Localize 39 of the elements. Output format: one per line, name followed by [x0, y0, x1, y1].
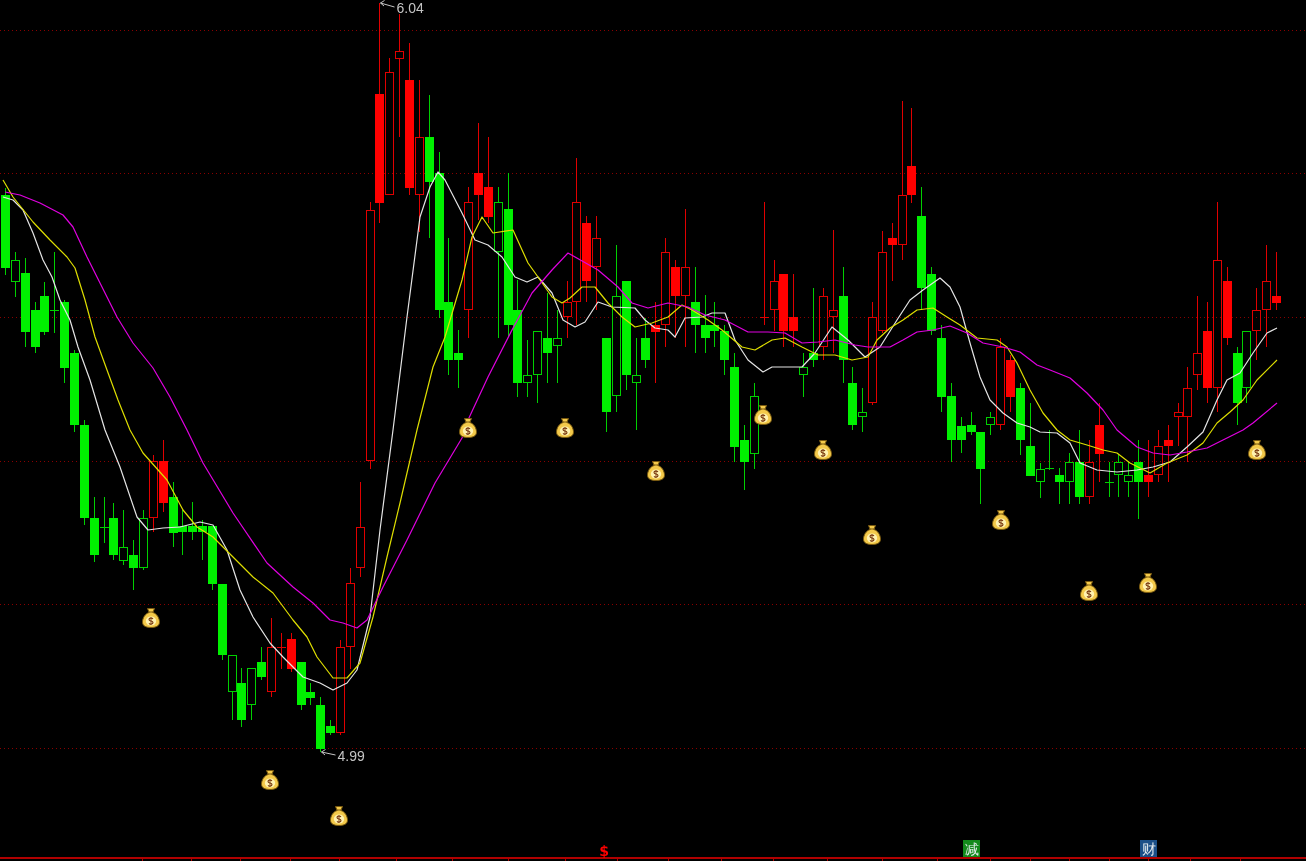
candlestick	[129, 539, 138, 591]
money-bag-icon	[1139, 573, 1157, 593]
money-bag-icon	[1248, 440, 1266, 460]
money-bag-icon	[459, 418, 477, 438]
money-bag-icon	[556, 418, 574, 438]
candlestick	[710, 301, 719, 348]
signal-tag: 财	[1140, 840, 1157, 857]
candlestick	[1164, 424, 1173, 483]
candlestick	[287, 632, 296, 673]
money-bag-icon	[647, 461, 665, 481]
leader-arrow	[321, 749, 336, 756]
candlestick	[1055, 467, 1064, 505]
signal-mark: $	[599, 843, 609, 859]
candlestick	[109, 502, 118, 561]
candlestick	[1114, 453, 1123, 498]
price-label: 4.99	[337, 748, 365, 764]
candlestick	[1144, 439, 1153, 498]
candlestick	[237, 667, 246, 728]
money-bag-icon	[330, 806, 348, 826]
price-label: 6.04	[396, 0, 424, 16]
leader-arrow	[380, 0, 395, 8]
candlestick	[1044, 429, 1055, 471]
candlestick	[99, 496, 110, 544]
candlestick	[188, 501, 197, 541]
money-bag-icon	[142, 608, 160, 628]
money-bag-icon	[863, 525, 881, 545]
candlestick	[119, 509, 128, 566]
candlestick	[1085, 439, 1094, 505]
candlestick	[169, 481, 178, 548]
candlestick	[228, 655, 237, 721]
money-bag-icon	[261, 770, 279, 790]
money-bag-icon	[992, 510, 1010, 530]
signal-tag: 减	[963, 840, 980, 857]
money-bag-icon	[814, 440, 832, 460]
candlestick	[139, 509, 148, 571]
candlestick	[178, 509, 187, 556]
candlestick	[1154, 429, 1163, 483]
money-bag-icon	[754, 405, 772, 425]
money-bag-icon	[1080, 581, 1098, 601]
